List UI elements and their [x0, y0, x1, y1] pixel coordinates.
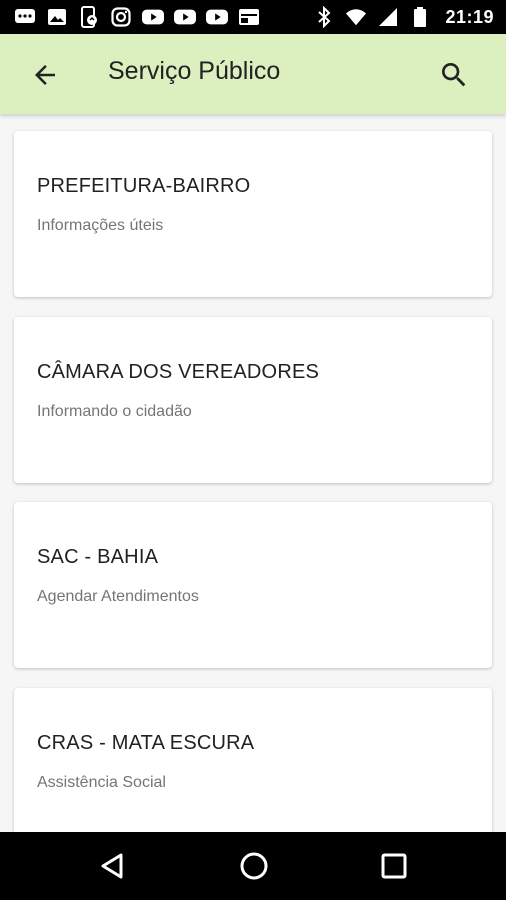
- clock: 21:19: [445, 6, 494, 27]
- service-list[interactable]: PREFEITURA-BAIRRO Informações úteis CÂMA…: [0, 114, 506, 832]
- item-subtitle: Informando o cidadão: [37, 403, 192, 420]
- system-status: 21:19: [313, 6, 494, 28]
- list-item[interactable]: CÂMARA DOS VEREADORES Informando o cidad…: [14, 317, 492, 483]
- signal-icon: [377, 6, 399, 28]
- item-title: PREFEITURA-BAIRRO: [37, 175, 251, 197]
- gallery-icon: [46, 6, 68, 28]
- wifi-icon: [345, 6, 367, 28]
- nav-recents-button[interactable]: [378, 850, 410, 882]
- item-subtitle: Agendar Atendimentos: [37, 588, 199, 605]
- back-button[interactable]: [30, 60, 60, 90]
- list-item[interactable]: CRAS - MATA ESCURA Assistência Social: [14, 688, 492, 832]
- nav-back-button[interactable]: [97, 850, 129, 882]
- home-circle-icon: [240, 852, 268, 880]
- page-title: Serviço Público: [108, 57, 281, 85]
- recents-square-icon: [381, 853, 407, 879]
- list-item[interactable]: PREFEITURA-BAIRRO Informações úteis: [14, 131, 492, 297]
- back-triangle-icon: [101, 853, 123, 879]
- bluetooth-icon: [313, 6, 335, 28]
- instagram-icon: [110, 6, 132, 28]
- status-bar: 21:19: [0, 0, 506, 34]
- phone-sync-icon: [78, 6, 100, 28]
- youtube-icon: [174, 6, 196, 28]
- search-icon: [442, 63, 466, 87]
- item-subtitle: Informações úteis: [37, 217, 164, 234]
- list-item[interactable]: SAC - BAHIA Agendar Atendimentos: [14, 502, 492, 668]
- calendar-icon: [238, 6, 260, 28]
- notification-icons: [14, 6, 260, 28]
- item-title: CÂMARA DOS VEREADORES: [37, 361, 320, 383]
- system-nav-bar: [0, 832, 506, 900]
- nav-home-button[interactable]: [238, 850, 270, 882]
- item-title: SAC - BAHIA: [37, 546, 159, 568]
- search-button[interactable]: [438, 59, 470, 91]
- youtube-icon: [142, 6, 164, 28]
- battery-icon: [409, 6, 431, 28]
- item-subtitle: Assistência Social: [37, 774, 166, 791]
- app-bar: Serviço Público: [0, 34, 506, 114]
- arrow-back-icon: [35, 65, 55, 85]
- message-icon: [14, 6, 36, 28]
- youtube-icon: [206, 6, 228, 28]
- item-title: CRAS - MATA ESCURA: [37, 732, 255, 754]
